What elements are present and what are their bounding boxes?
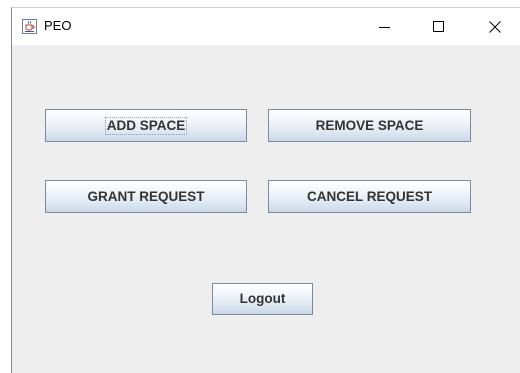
content-panel: ADD SPACE REMOVE SPACE GRANT REQUEST CAN… [12, 45, 520, 373]
window-title: PEO [44, 18, 72, 33]
grant-request-button[interactable]: GRANT REQUEST [45, 180, 247, 213]
cancel-request-label: CANCEL REQUEST [306, 188, 432, 204]
app-window: PEO ADD SPACE REMOVE SPACE GRANT REQUEST [11, 7, 520, 373]
minimize-icon [379, 26, 390, 28]
cancel-request-button[interactable]: CANCEL REQUEST [268, 180, 471, 213]
title-bar[interactable]: PEO [12, 8, 520, 45]
close-icon [489, 20, 501, 33]
add-space-label: ADD SPACE [104, 116, 188, 135]
maximize-icon [433, 20, 444, 32]
grant-request-label: GRANT REQUEST [87, 188, 205, 204]
maximize-button[interactable] [416, 8, 462, 45]
logout-label: Logout [239, 291, 286, 306]
java-coffee-cup-icon[interactable] [22, 19, 37, 34]
remove-space-label: REMOVE SPACE [315, 117, 424, 133]
add-space-button[interactable]: ADD SPACE [45, 109, 247, 142]
close-button[interactable] [472, 8, 518, 45]
logout-button[interactable]: Logout [212, 283, 313, 315]
remove-space-button[interactable]: REMOVE SPACE [268, 109, 471, 142]
minimize-button[interactable] [362, 8, 408, 45]
